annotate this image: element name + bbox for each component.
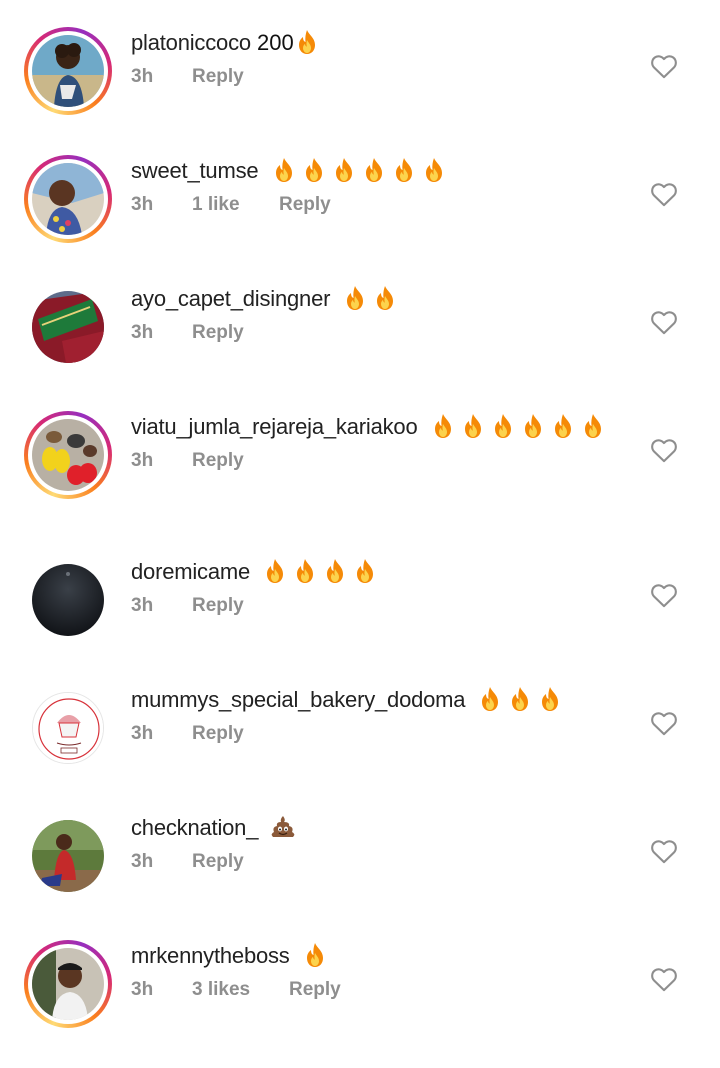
reply-button[interactable]: Reply (192, 851, 244, 873)
reply-button[interactable]: Reply (289, 979, 341, 1001)
comment-time: 3h (131, 66, 154, 87)
avatar[interactable] (32, 692, 104, 764)
fire-emoji-icon (374, 285, 396, 311)
avatar-container[interactable] (24, 684, 112, 772)
avatar[interactable] (32, 291, 104, 363)
comment-item: platoniccoco 200 3h Reply (0, 27, 720, 155)
like-heart-icon[interactable] (650, 710, 678, 736)
fire-emoji-icon (264, 558, 286, 584)
fire-emoji-icon (462, 413, 484, 439)
comment-emoji (424, 414, 604, 439)
comment-item: ayo_capet_disingner 3h Reply (0, 283, 720, 411)
like-heart-icon[interactable] (650, 582, 678, 608)
fire-emoji-icon (432, 413, 454, 439)
like-heart-icon[interactable] (650, 309, 678, 335)
comment-emoji (256, 559, 376, 584)
fire-emoji-icon (492, 413, 514, 439)
comment-item: mrkennytheboss 3h 3 likes Reply (0, 940, 720, 1068)
reply-button[interactable]: Reply (192, 66, 244, 88)
comment-username[interactable]: ayo_capet_disingner (131, 286, 330, 311)
fire-emoji-icon (479, 686, 501, 712)
avatar-story-ring[interactable] (24, 27, 112, 115)
comment-time: 3h (131, 595, 154, 616)
comment-item: doremicame 3h Reply (0, 556, 720, 684)
like-count[interactable]: 1 like (192, 194, 240, 216)
like-count[interactable]: 3 likes (192, 979, 250, 1001)
comment-item: mummys_special_bakery_dodoma 3h Reply (0, 684, 720, 812)
avatar-container[interactable] (24, 283, 112, 371)
comment-username[interactable]: platoniccoco (131, 30, 251, 55)
fire-emoji-icon (344, 285, 366, 311)
avatar-container[interactable] (24, 556, 112, 644)
comment-time: 3h (131, 450, 154, 471)
reply-button[interactable]: Reply (192, 595, 244, 617)
comment-username[interactable]: doremicame (131, 559, 250, 584)
comment-item: viatu_jumla_rejareja_kariakoo 3h Reply (0, 411, 720, 561)
comment-time: 3h (131, 979, 154, 1000)
fire-emoji-icon (354, 558, 376, 584)
comment-emoji (471, 687, 561, 712)
fire-emoji-icon (509, 686, 531, 712)
fire-emoji-icon (303, 157, 325, 183)
comment-list: platoniccoco 200 3h Reply sweet_tumse 3h 1… (0, 0, 720, 1037)
avatar-story-ring[interactable] (24, 155, 112, 243)
comment-username[interactable]: viatu_jumla_rejareja_kariakoo (131, 414, 418, 439)
like-heart-icon[interactable] (650, 53, 678, 79)
comment-username[interactable]: sweet_tumse (131, 158, 259, 183)
fire-emoji-icon (333, 157, 355, 183)
like-heart-icon[interactable] (650, 437, 678, 463)
fire-emoji-icon (294, 558, 316, 584)
comment-item: sweet_tumse 3h 1 like Reply (0, 155, 720, 283)
reply-button[interactable]: Reply (192, 450, 244, 472)
avatar[interactable] (32, 820, 104, 892)
avatar[interactable] (32, 948, 104, 1020)
pile-of-poo-emoji-icon (270, 814, 296, 840)
avatar[interactable] (32, 35, 104, 107)
comment-emoji (296, 943, 326, 968)
fire-emoji-icon (582, 413, 604, 439)
fire-emoji-icon (273, 157, 295, 183)
like-heart-icon[interactable] (650, 838, 678, 864)
comment-time: 3h (131, 851, 154, 872)
reply-button[interactable]: Reply (192, 322, 244, 344)
comment-item: checknation_ 3h Reply (0, 812, 720, 940)
comment-username[interactable]: mrkennytheboss (131, 943, 290, 968)
avatar[interactable] (32, 419, 104, 491)
avatar-container[interactable] (24, 812, 112, 900)
comment-time: 3h (131, 194, 154, 215)
fire-emoji-icon (324, 558, 346, 584)
avatar[interactable] (32, 163, 104, 235)
fire-emoji-icon (522, 413, 544, 439)
comment-time: 3h (131, 723, 154, 744)
avatar[interactable] (32, 564, 104, 636)
fire-emoji-icon (539, 686, 561, 712)
comment-emoji (336, 286, 396, 311)
like-heart-icon[interactable] (650, 181, 678, 207)
fire-emoji-icon (363, 157, 385, 183)
comment-username[interactable]: mummys_special_bakery_dodoma (131, 687, 466, 712)
like-heart-icon[interactable] (650, 966, 678, 992)
comment-emoji (288, 30, 318, 55)
comment-emoji (265, 158, 445, 183)
fire-emoji-icon (304, 942, 326, 968)
comment-username[interactable]: checknation_ (131, 815, 258, 840)
avatar-story-ring[interactable] (24, 411, 112, 499)
reply-button[interactable]: Reply (192, 723, 244, 745)
comment-time: 3h (131, 322, 154, 343)
fire-emoji-icon (296, 29, 318, 55)
fire-emoji-icon (423, 157, 445, 183)
fire-emoji-icon (552, 413, 574, 439)
avatar-story-ring[interactable] (24, 940, 112, 1028)
fire-emoji-icon (393, 157, 415, 183)
reply-button[interactable]: Reply (279, 194, 331, 216)
